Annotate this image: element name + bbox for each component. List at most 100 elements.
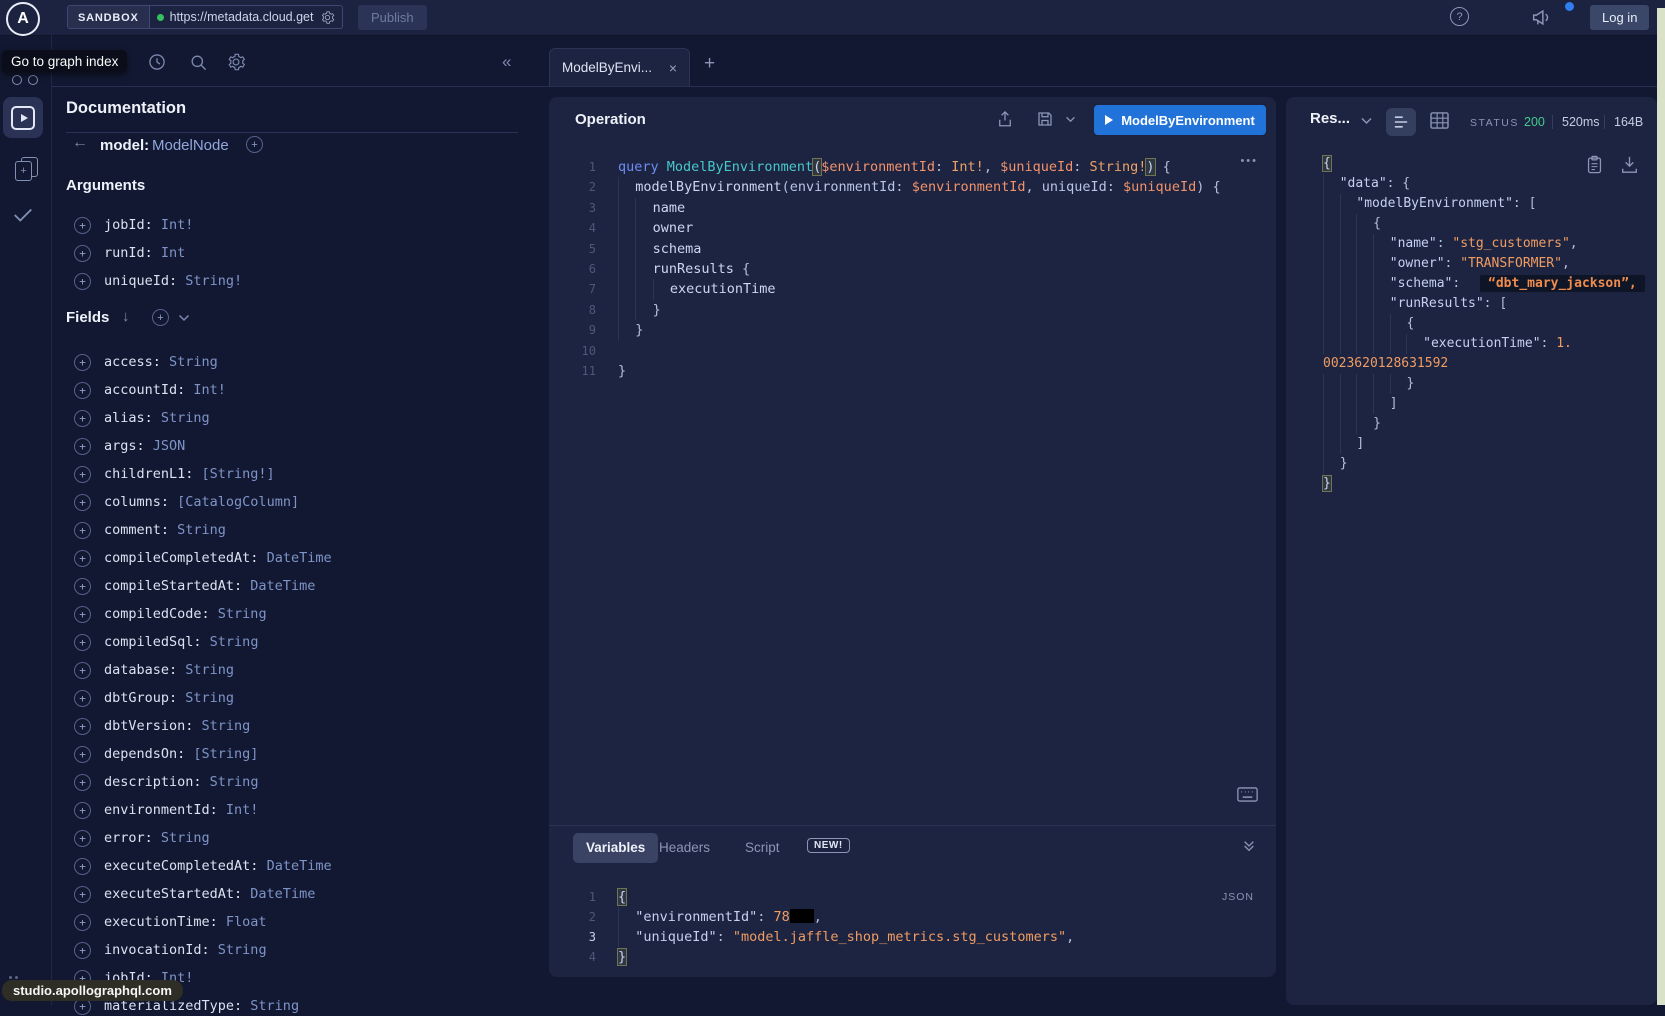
add-field-plus-icon[interactable] bbox=[74, 382, 91, 399]
add-field-plus-icon[interactable] bbox=[74, 746, 91, 763]
field-type[interactable]: String bbox=[153, 410, 210, 426]
field-type[interactable]: String bbox=[202, 774, 259, 790]
help-icon[interactable]: ? bbox=[1450, 7, 1469, 26]
field-type[interactable]: [CatalogColumn] bbox=[169, 494, 299, 510]
code-line[interactable]: 3"uniqueId": "model.jaffle_shop_metrics.… bbox=[549, 927, 1276, 947]
announcements-megaphone-icon[interactable] bbox=[1530, 6, 1552, 28]
add-field-plus-icon[interactable] bbox=[74, 774, 91, 791]
apollo-logo[interactable]: A bbox=[6, 2, 40, 36]
code-line[interactable]: 1{ bbox=[549, 887, 1276, 907]
field-type[interactable]: Int bbox=[153, 245, 186, 261]
code-line[interactable]: 9} bbox=[549, 320, 1276, 340]
run-operation-button[interactable]: ModelByEnvironment bbox=[1094, 105, 1266, 135]
tab-model-by-environment[interactable]: ModelByEnvi... × bbox=[549, 48, 690, 86]
add-field-plus-icon[interactable] bbox=[74, 634, 91, 651]
save-dropdown-chevron-icon[interactable] bbox=[1065, 116, 1076, 123]
field-type[interactable]: String bbox=[177, 690, 234, 706]
field-name[interactable]: accountId: bbox=[104, 382, 185, 398]
field-name[interactable]: compiledSql: bbox=[104, 634, 202, 650]
checks-icon[interactable] bbox=[12, 206, 34, 224]
field-name[interactable]: alias: bbox=[104, 410, 153, 426]
code-line[interactable]: 1query ModelByEnvironment($environmentId… bbox=[549, 157, 1276, 177]
field-type[interactable]: Float bbox=[218, 914, 267, 930]
field-name[interactable]: args: bbox=[104, 438, 145, 454]
field-type[interactable]: Int! bbox=[218, 802, 259, 818]
operation-editor[interactable]: 1query ModelByEnvironment($environmentId… bbox=[549, 157, 1276, 381]
add-all-fields-icon[interactable] bbox=[246, 136, 263, 153]
field-name[interactable]: database: bbox=[104, 662, 177, 678]
endpoint-url-input[interactable]: https://metadata.cloud.get bbox=[150, 5, 343, 29]
add-field-plus-icon[interactable] bbox=[74, 942, 91, 959]
field-type[interactable]: String bbox=[193, 718, 250, 734]
code-line[interactable]: 7executionTime bbox=[549, 279, 1276, 299]
field-name[interactable]: childrenL1: bbox=[104, 466, 193, 482]
code-line[interactable]: 2"environmentId": 78, bbox=[549, 907, 1276, 927]
field-name[interactable]: description: bbox=[104, 774, 202, 790]
add-tab-icon[interactable]: + bbox=[704, 53, 715, 75]
field-type[interactable]: DateTime bbox=[242, 578, 315, 594]
add-field-plus-icon[interactable] bbox=[74, 914, 91, 931]
add-field-plus-icon[interactable] bbox=[74, 494, 91, 511]
field-type[interactable]: DateTime bbox=[242, 886, 315, 902]
tab-variables[interactable]: Variables bbox=[573, 833, 658, 863]
publish-button[interactable]: Publish bbox=[358, 5, 427, 30]
field-type[interactable]: String! bbox=[177, 273, 242, 289]
keyboard-shortcuts-icon[interactable] bbox=[1237, 787, 1258, 802]
fields-chevron-down-icon[interactable] bbox=[178, 314, 190, 322]
save-operation-icon[interactable] bbox=[1036, 110, 1054, 128]
tab-script[interactable]: Script bbox=[745, 840, 780, 855]
add-field-plus-icon[interactable] bbox=[74, 410, 91, 427]
add-field-plus-icon[interactable] bbox=[74, 466, 91, 483]
schema-copy-plus-icon[interactable]: + bbox=[15, 161, 32, 181]
add-field-plus-icon[interactable] bbox=[74, 273, 91, 290]
tab-close-icon[interactable]: × bbox=[669, 60, 677, 76]
table-view-icon[interactable] bbox=[1430, 112, 1449, 129]
response-dropdown-chevron-icon[interactable] bbox=[1360, 117, 1373, 125]
share-operation-icon[interactable] bbox=[996, 110, 1014, 128]
field-name[interactable]: executionTime: bbox=[104, 914, 218, 930]
add-field-plus-icon[interactable] bbox=[74, 662, 91, 679]
add-field-plus-icon[interactable] bbox=[74, 522, 91, 539]
add-field-plus-icon[interactable] bbox=[74, 217, 91, 234]
collapse-sidebar-icon[interactable]: « bbox=[502, 52, 509, 72]
code-line[interactable]: 2modelByEnvironment(environmentId: $envi… bbox=[549, 177, 1276, 197]
sort-fields-icon[interactable]: ↓ bbox=[122, 308, 130, 325]
field-name[interactable]: executeStartedAt: bbox=[104, 886, 242, 902]
add-field-plus-icon[interactable] bbox=[74, 245, 91, 262]
field-type[interactable]: String bbox=[169, 522, 226, 538]
field-name[interactable]: compiledCode: bbox=[104, 606, 210, 622]
field-type[interactable]: DateTime bbox=[258, 858, 331, 874]
search-icon[interactable] bbox=[189, 53, 208, 72]
code-line[interactable]: 5schema bbox=[549, 239, 1276, 259]
field-type[interactable]: String bbox=[153, 830, 210, 846]
code-line[interactable]: 3name bbox=[549, 198, 1276, 218]
field-name[interactable]: error: bbox=[104, 830, 153, 846]
field-name[interactable]: compileCompletedAt: bbox=[104, 550, 258, 566]
code-line[interactable]: 6runResults { bbox=[549, 259, 1276, 279]
code-line[interactable]: 10 bbox=[549, 341, 1276, 361]
add-field-plus-icon[interactable] bbox=[74, 578, 91, 595]
field-name[interactable]: invocationId: bbox=[104, 942, 210, 958]
code-line[interactable]: 8} bbox=[549, 300, 1276, 320]
add-field-plus-icon[interactable] bbox=[74, 690, 91, 707]
field-type[interactable]: String bbox=[242, 998, 299, 1014]
field-type[interactable]: JSON bbox=[145, 438, 186, 454]
add-field-plus-icon[interactable] bbox=[74, 354, 91, 371]
field-name[interactable]: environmentId: bbox=[104, 802, 218, 818]
back-arrow-icon[interactable]: ← bbox=[72, 134, 88, 152]
history-icon[interactable] bbox=[147, 52, 167, 72]
rail-more-icon[interactable] bbox=[15, 976, 18, 979]
login-button[interactable]: Log in bbox=[1590, 5, 1649, 30]
sidebar-item-explorer[interactable] bbox=[3, 97, 43, 138]
collapse-variables-double-chevron-icon[interactable] bbox=[1242, 839, 1256, 853]
add-field-plus-icon[interactable] bbox=[74, 830, 91, 847]
field-type[interactable]: [String!] bbox=[193, 466, 274, 482]
field-name[interactable]: columns: bbox=[104, 494, 169, 510]
add-field-plus-icon[interactable] bbox=[74, 802, 91, 819]
field-name[interactable]: runId: bbox=[104, 245, 153, 261]
field-type[interactable]: String bbox=[210, 606, 267, 622]
field-type[interactable]: Int! bbox=[185, 382, 226, 398]
field-name[interactable]: comment: bbox=[104, 522, 169, 538]
field-name[interactable]: executeCompletedAt: bbox=[104, 858, 258, 874]
graph-index-icon[interactable] bbox=[28, 75, 38, 85]
